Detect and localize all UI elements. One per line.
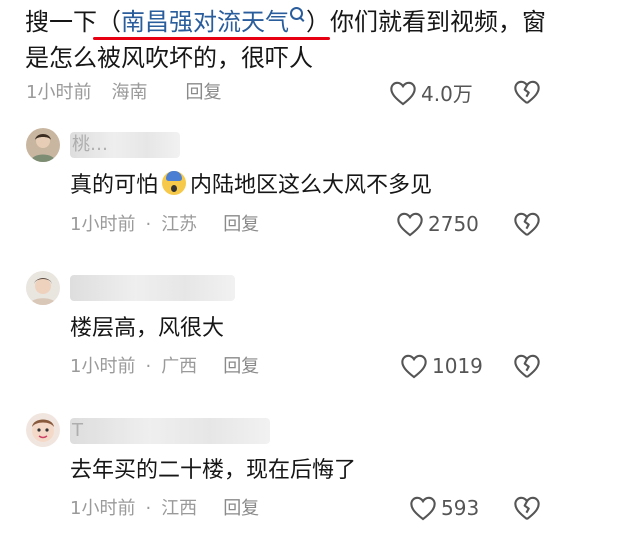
- comment-meta: 1小时前 · 江苏 回复: [70, 213, 259, 237]
- comment-like-count: 2750: [428, 212, 479, 236]
- avatar[interactable]: [26, 413, 60, 447]
- post-like-count: 4.0万: [421, 82, 473, 106]
- post-meta: 1小时前 海南 回复: [26, 81, 221, 105]
- meta-separator: ·: [145, 356, 152, 377]
- comment-reply-button[interactable]: 回复: [223, 498, 259, 519]
- comment-text: 楼层高，风很大: [70, 316, 225, 341]
- comment-time: 1小时前: [70, 498, 136, 519]
- username: [70, 277, 72, 298]
- comment-dislike-button[interactable]: [513, 495, 541, 525]
- meta-separator: ·: [145, 214, 152, 235]
- comment-text-part-a: 真的可怕: [70, 173, 159, 198]
- post-time: 1小时前: [26, 82, 92, 103]
- avatar[interactable]: [26, 128, 60, 162]
- broken-heart-icon: [514, 496, 540, 520]
- heart-outline-icon: [401, 354, 427, 379]
- comment-reply-button[interactable]: 回复: [223, 356, 259, 377]
- comment-like-button[interactable]: 1019: [400, 353, 483, 379]
- comment-like-count: 1019: [432, 354, 483, 378]
- post-text-suffix: ）你们就看到视频，窗: [306, 8, 546, 36]
- broken-heart-icon: [514, 80, 540, 104]
- comment-dislike-button[interactable]: [513, 211, 541, 241]
- post-like-button[interactable]: 4.0万: [389, 78, 473, 107]
- comment-like-button[interactable]: 593: [409, 495, 479, 521]
- post-dislike-button[interactable]: [513, 79, 541, 109]
- username-blurred[interactable]: T: [70, 418, 270, 444]
- comment-region: 广西: [161, 356, 198, 377]
- comment-text: 去年买的二十楼，现在后悔了: [70, 458, 357, 483]
- broken-heart-icon: [514, 354, 540, 378]
- comment-text: 真的可怕 内陆地区这么大风不多见: [70, 170, 432, 202]
- username-blurred[interactable]: 桃…: [70, 132, 180, 158]
- username-blurred[interactable]: [70, 275, 235, 301]
- comment-region: 江西: [161, 498, 198, 519]
- post-text-prefix: 搜一下（: [25, 8, 121, 36]
- search-link[interactable]: 南昌强对流天气: [121, 8, 289, 36]
- meta-separator: ·: [145, 498, 152, 519]
- comment-text-part-b: 内陆地区这么大风不多见: [190, 173, 433, 198]
- post-region: 海南: [111, 82, 148, 103]
- post-text: 搜一下（南昌强对流天气 ）你们就看到视频，窗 是怎么被风吹坏的，很吓人: [25, 4, 605, 76]
- post-text-line2: 是怎么被风吹坏的，很吓人: [25, 44, 313, 72]
- heart-outline-icon: [390, 81, 416, 105]
- comment-meta: 1小时前 · 广西 回复: [70, 355, 259, 379]
- comment-time: 1小时前: [70, 356, 136, 377]
- username: T: [72, 420, 83, 441]
- heart-outline-icon: [397, 212, 423, 237]
- broken-heart-icon: [514, 212, 540, 236]
- comment-like-button[interactable]: 2750: [396, 211, 479, 237]
- link-underline-mark: [93, 37, 330, 40]
- comment-dislike-button[interactable]: [513, 353, 541, 383]
- comment-region: 江苏: [161, 214, 198, 235]
- post-reply-button[interactable]: 回复: [185, 82, 221, 103]
- username: 桃…: [72, 134, 108, 155]
- search-icon[interactable]: [290, 7, 303, 20]
- comment-meta: 1小时前 · 江西 回复: [70, 497, 259, 521]
- scared-face-emoji-icon: [162, 171, 187, 195]
- heart-outline-icon: [410, 496, 436, 521]
- comment-reply-button[interactable]: 回复: [223, 214, 259, 235]
- comment-like-count: 593: [441, 496, 480, 520]
- comment-time: 1小时前: [70, 214, 136, 235]
- avatar[interactable]: [26, 271, 60, 305]
